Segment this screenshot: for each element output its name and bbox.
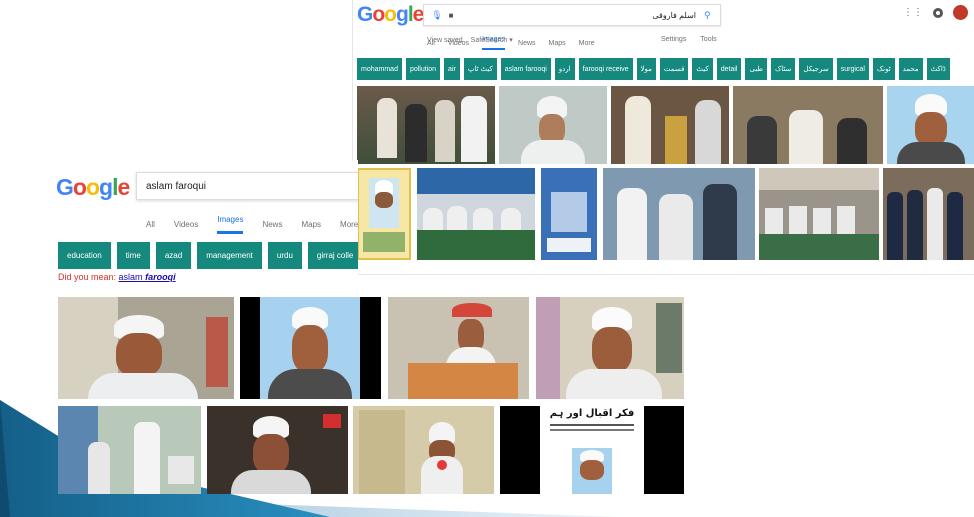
channel-logo-icon [323, 414, 341, 428]
filter-chip[interactable]: طبی [745, 58, 768, 80]
filter-chip[interactable]: سرجیکل [799, 58, 833, 80]
search-icon[interactable]: ⚲ [704, 10, 720, 21]
filter-chip[interactable]: pollution [405, 58, 441, 80]
image-result[interactable] [759, 168, 879, 260]
search-box[interactable]: 🎙 ■ اسلم فاروقی ⚲ [423, 4, 721, 26]
filter-chip[interactable]: ڈاکٹ [926, 58, 950, 80]
image-result[interactable] [58, 297, 234, 399]
image-result[interactable] [887, 86, 974, 164]
filter-chip[interactable]: girraj colle [307, 242, 358, 269]
tab-videos[interactable]: Videos [174, 220, 198, 229]
image-result[interactable] [353, 406, 494, 494]
filter-chip[interactable]: ٹونک [872, 58, 895, 80]
google-logo[interactable]: Google [56, 174, 130, 201]
image-result[interactable] [58, 406, 201, 494]
filter-chip[interactable]: اردو [554, 58, 575, 80]
back-search-screenshot: Google 🎙 ■ اسلم فاروقی ⚲ ⋮⋮ All Videos I… [352, 0, 974, 275]
image-result[interactable] [240, 297, 381, 399]
image-result[interactable] [388, 297, 529, 399]
spelling-suggestion: Did you mean: aslam farooqi [58, 272, 176, 282]
filter-chip[interactable]: time [116, 242, 150, 269]
tab-all[interactable]: All [146, 220, 155, 229]
search-query[interactable]: اسلم فاروقی [458, 11, 704, 20]
notifications-icon[interactable] [933, 7, 943, 18]
view-saved-link[interactable]: View saved [427, 37, 463, 44]
did-you-mean-label: Did you mean: [58, 272, 117, 282]
mic-icon[interactable]: 🎙 [430, 10, 444, 21]
search-input[interactable]: aslam faroqui [136, 172, 358, 200]
image-result[interactable] [357, 86, 495, 164]
filter-chip[interactable]: mohammad [357, 58, 402, 80]
tab-images[interactable]: Images [217, 215, 244, 234]
image-result[interactable] [541, 168, 597, 260]
filter-chip[interactable]: detail [716, 58, 742, 80]
tab-maps[interactable]: Maps [301, 220, 321, 229]
image-result[interactable] [611, 86, 729, 164]
did-you-mean-link[interactable]: aslam farooqi [119, 272, 176, 282]
image-result[interactable] [499, 86, 607, 164]
image-result[interactable] [207, 406, 348, 494]
image-result[interactable]: فکر اقبال اور ہم [500, 406, 684, 494]
filter-chip[interactable]: قسمت [659, 58, 689, 80]
google-logo[interactable]: Google [357, 3, 424, 27]
filter-chip[interactable]: مولا [636, 58, 656, 80]
filter-chip[interactable]: کیٹ ٹاپ [463, 58, 497, 80]
front-search-screenshot: Google aslam faroqui All Videos Images N… [56, 160, 358, 282]
image-result[interactable] [733, 86, 883, 164]
image-result[interactable] [883, 168, 974, 260]
filter-chip[interactable]: محمد [898, 58, 923, 80]
image-result[interactable] [536, 297, 684, 399]
filter-chip[interactable]: aslam farooqi [500, 58, 551, 80]
image-result[interactable] [417, 168, 535, 260]
apps-grid-icon[interactable]: ⋮⋮ [903, 7, 923, 18]
filter-chip[interactable]: urdu [267, 242, 302, 269]
poster-title: فکر اقبال اور ہم [549, 408, 635, 419]
tab-more[interactable]: More [340, 220, 358, 229]
filter-chip[interactable]: air [444, 58, 460, 80]
filter-chip[interactable]: سٹاک [771, 58, 796, 80]
camera-icon[interactable]: ■ [444, 11, 458, 20]
tab-news[interactable]: News [262, 220, 282, 229]
filter-chip[interactable]: education [58, 242, 111, 269]
image-result[interactable] [357, 168, 411, 260]
avatar[interactable] [953, 5, 968, 20]
filter-chip[interactable]: azad [155, 242, 192, 269]
safesearch-menu[interactable]: SafeSearch ▾ [471, 36, 513, 44]
filter-chip[interactable]: farooqi receive [578, 58, 633, 80]
filter-chip[interactable]: management [197, 242, 262, 269]
filter-chip[interactable]: surgical [836, 58, 869, 80]
image-result[interactable] [603, 168, 755, 260]
filter-chip[interactable]: کیٹ [692, 58, 713, 80]
